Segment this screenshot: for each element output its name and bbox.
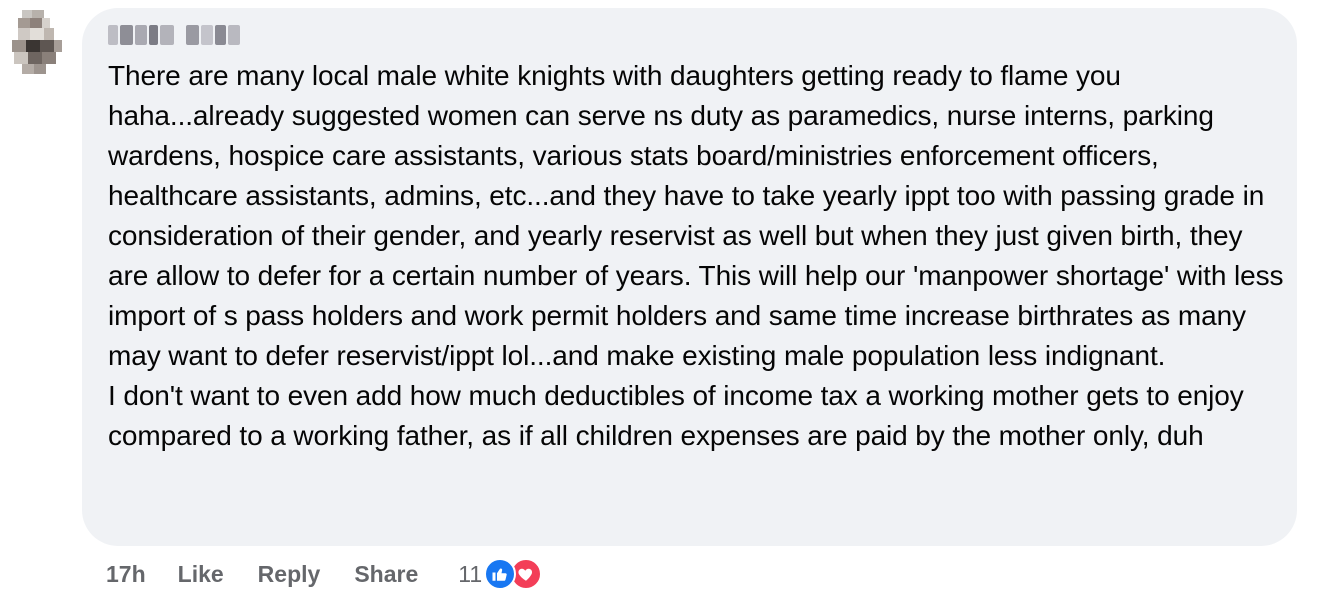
comment-text: There are many local male white knights … — [108, 60, 1284, 451]
avatar[interactable] — [8, 6, 64, 76]
reaction-count: 11 — [458, 560, 483, 587]
like-button[interactable]: Like — [178, 561, 224, 588]
like-reaction-icon — [484, 558, 517, 590]
timestamp[interactable]: 17h — [106, 561, 146, 588]
comment-actions: 17h Like Reply Share 11 — [106, 558, 543, 590]
reactions-summary[interactable]: 11 — [458, 558, 543, 590]
author-name[interactable] — [108, 22, 240, 46]
reply-button[interactable]: Reply — [258, 561, 321, 588]
comment-row: There are many local male white knights … — [0, 0, 1320, 598]
comment-bubble: There are many local male white knights … — [82, 8, 1297, 546]
share-button[interactable]: Share — [354, 561, 418, 588]
